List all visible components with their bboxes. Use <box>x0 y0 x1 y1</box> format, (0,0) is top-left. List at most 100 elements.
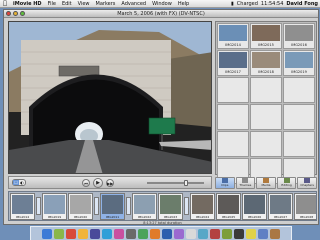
menu-edit[interactable]: Edit <box>59 1 75 7</box>
empty-shelf-slot[interactable] <box>250 77 282 103</box>
apple-menu-icon[interactable]:  <box>0 0 10 7</box>
transition-marker[interactable] <box>126 197 131 215</box>
timeline-clip[interactable]: IMG2025 <box>216 192 241 220</box>
empty-shelf-slot[interactable] <box>250 131 282 157</box>
clips-pane-button[interactable]: Clips <box>215 177 235 189</box>
menu-window[interactable]: Window <box>149 1 175 7</box>
menu-app-name[interactable]: iMovie HD <box>10 1 45 7</box>
empty-shelf-slot[interactable] <box>283 77 315 103</box>
volume-slider[interactable] <box>147 179 204 186</box>
dock-app-icon[interactable] <box>210 228 220 239</box>
empty-shelf-slot[interactable] <box>217 104 249 130</box>
dock-app-icon[interactable] <box>78 228 88 239</box>
title-bar[interactable]: March 5, 2006 (with FX) (DV-NTSC) <box>4 10 318 18</box>
battery-icon[interactable]: ▮ <box>231 1 234 7</box>
transition-marker[interactable] <box>94 197 99 215</box>
clip-thumbnail <box>296 194 316 214</box>
media-pane-label: Media <box>261 183 271 187</box>
dock-app-icon[interactable] <box>270 228 280 239</box>
shelf-clip[interactable]: IMG2015 <box>250 23 282 49</box>
clip-thumbnail <box>160 194 181 214</box>
timeline-clip[interactable]: IMG2020 <box>68 192 93 220</box>
menu-markers[interactable]: Markers <box>93 1 119 7</box>
clip-thumbnail <box>252 52 280 68</box>
editing-pane-label: Editing <box>281 183 292 187</box>
clip-name: IMG2022 <box>137 214 152 219</box>
dock-app-icon[interactable] <box>138 228 148 239</box>
rewind-button[interactable]: ⏮ <box>82 178 90 187</box>
dock-app-icon[interactable] <box>186 228 196 239</box>
dock-app-icon[interactable] <box>222 228 232 239</box>
user-menu[interactable]: David Fong <box>286 1 318 7</box>
menubar-clock[interactable]: 11:54:54 <box>261 1 283 7</box>
clip-thumbnail <box>134 194 155 214</box>
dock-app-icon[interactable] <box>174 228 184 239</box>
shelf-clip[interactable]: IMG2019 <box>283 50 315 76</box>
clip-name: IMG2020 <box>73 214 88 219</box>
clip-thumbnail <box>219 52 247 68</box>
themes-pane-button[interactable]: Themes <box>235 177 256 189</box>
pane-switcher: Clips Themes Media Editing Chapters <box>215 177 317 189</box>
dock-app-icon[interactable] <box>114 228 124 239</box>
clip-name: IMG2011 <box>105 214 120 219</box>
menu-help[interactable]: Help <box>175 1 192 7</box>
dock-app-icon[interactable] <box>162 228 172 239</box>
timeline-view-icon[interactable]: ◐ <box>19 180 25 185</box>
themes-pane-label: Themes <box>239 183 252 187</box>
empty-shelf-slot[interactable] <box>217 77 249 103</box>
editing-pane-button[interactable]: Editing <box>276 177 297 189</box>
clip-thumbnail <box>244 194 265 214</box>
tunnel-nameplate <box>58 65 100 77</box>
dock-app-icon[interactable] <box>54 228 64 239</box>
timeline-clip[interactable]: IMG2027 <box>268 192 293 220</box>
dock-app-icon[interactable] <box>246 228 256 239</box>
shelf-clip[interactable]: IMG2014 <box>217 23 249 49</box>
shelf-clip[interactable]: IMG2017 <box>217 50 249 76</box>
clip-name: IMG2025 <box>221 214 236 219</box>
window-title: March 5, 2006 (with FX) (DV-NTSC) <box>117 10 205 17</box>
transport-controls: ☐ ◐ ⏮ ▶ ▶▶ <box>8 176 212 189</box>
dock-app-icon[interactable] <box>90 228 100 239</box>
dock-app-icon[interactable] <box>126 228 136 239</box>
volume-knob[interactable] <box>184 179 189 186</box>
empty-shelf-slot[interactable] <box>283 131 315 157</box>
dock-app-icon[interactable] <box>42 228 52 239</box>
video-monitor[interactable] <box>8 21 212 174</box>
timeline-clip[interactable]: IMG2023 <box>158 192 183 220</box>
empty-shelf-slot[interactable] <box>217 131 249 157</box>
timeline-clip[interactable]: IMG2022 <box>132 192 157 220</box>
clip-name: IMG2014 <box>15 214 30 219</box>
clips-shelf: IMG2014 IMG2015 IMG2016 IMG2017 IMG2018 IMG20… <box>215 21 317 184</box>
dock-app-icon[interactable] <box>198 228 208 239</box>
clip-thumbnail <box>285 52 313 68</box>
transition-marker[interactable] <box>36 197 41 215</box>
dock-app-icon[interactable] <box>150 228 160 239</box>
shelf-clip[interactable]: IMG2016 <box>283 23 315 49</box>
timeline-clip[interactable]: IMG2011 <box>100 192 125 220</box>
dock-app-icon[interactable] <box>102 228 112 239</box>
chapters-pane-button[interactable]: Chapters <box>297 177 317 189</box>
transition-marker[interactable] <box>184 197 189 215</box>
menu-view[interactable]: View <box>75 1 93 7</box>
clip-thumbnail <box>44 194 65 214</box>
dock-app-icon[interactable] <box>258 228 268 239</box>
timeline-clip[interactable]: IMG2026 <box>242 192 267 220</box>
empty-shelf-slot[interactable] <box>250 104 282 130</box>
timeline-clip[interactable]: IMG2028 <box>294 192 316 220</box>
timeline-clip[interactable]: IMG2019 <box>42 192 67 220</box>
timeline-clip[interactable]: IMG2024 <box>190 192 215 220</box>
view-mode-toggle[interactable]: ☐ ◐ <box>12 179 26 186</box>
shelf-clip[interactable]: IMG2018 <box>250 50 282 76</box>
timeline-clip[interactable]: IMG2014 <box>10 192 35 220</box>
empty-shelf-slot[interactable] <box>283 104 315 130</box>
play-fullscreen-button[interactable]: ▶▶ <box>106 178 114 187</box>
clip-thumbnail <box>218 194 239 214</box>
menu-advanced[interactable]: Advanced <box>118 1 149 7</box>
menu-file[interactable]: File <box>45 1 59 7</box>
dock-app-icon[interactable] <box>66 228 76 239</box>
play-button[interactable]: ▶ <box>93 177 103 188</box>
timeline-status: 8:13:27 total duration <box>143 221 182 225</box>
clip-name: IMG2016 <box>291 43 307 47</box>
media-pane-button[interactable]: Media <box>256 177 276 189</box>
dock-app-icon[interactable] <box>234 228 244 239</box>
